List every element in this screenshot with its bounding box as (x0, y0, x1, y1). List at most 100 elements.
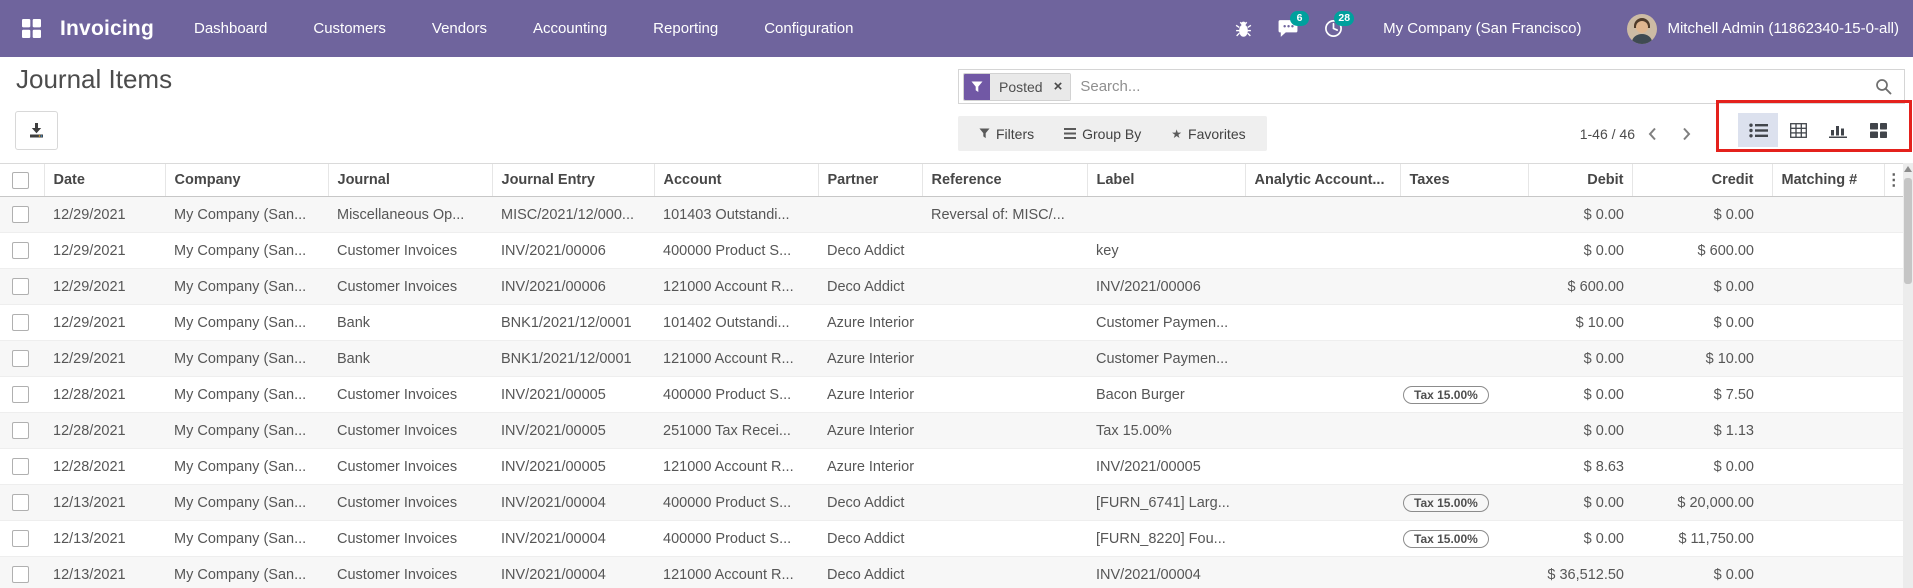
search-input[interactable]: Search... (1080, 78, 1875, 95)
kanban-icon (1869, 122, 1887, 138)
row-checkbox[interactable] (12, 350, 29, 367)
row-checkbox[interactable] (12, 314, 29, 331)
debug-bug-icon[interactable] (1235, 19, 1252, 38)
optional-columns-toggle-icon[interactable]: ⋮ (1883, 163, 1903, 197)
column-header-label[interactable]: Label (1086, 163, 1245, 197)
cell-partner: Deco Addict (818, 520, 922, 557)
cell-date: 12/13/2021 (44, 484, 165, 521)
table-row[interactable]: 12/28/2021 My Company (San... Customer Inv… (0, 376, 1903, 413)
table-row[interactable]: 12/13/2021 My Company (San... Customer Inv… (0, 556, 1903, 588)
filter-funnel-icon (964, 73, 990, 100)
row-checkbox[interactable] (12, 206, 29, 223)
company-switcher[interactable]: My Company (San Francisco) (1383, 20, 1581, 37)
table-row[interactable]: 12/29/2021 My Company (San... Bank BNK1/202… (0, 340, 1903, 377)
column-header-analytic[interactable]: Analytic Account... (1244, 163, 1400, 197)
cell-credit: $ 0.00 (1632, 448, 1772, 485)
vertical-scrollbar[interactable] (1903, 163, 1913, 588)
favorites-button[interactable]: ★ Favorites (1156, 116, 1260, 151)
table-row[interactable]: 12/29/2021 My Company (San... Customer Inv… (0, 232, 1903, 269)
select-all-checkbox[interactable] (12, 171, 29, 189)
table-row[interactable]: 12/29/2021 My Company (San... Miscellaneou… (0, 196, 1903, 233)
cell-date: 12/29/2021 (44, 340, 165, 377)
cell-journal_entry: INV/2021/00005 (492, 412, 654, 449)
row-checkbox[interactable] (12, 386, 29, 403)
nav-item-reporting[interactable]: Reporting (653, 20, 718, 37)
pager-previous-icon[interactable] (1635, 116, 1669, 151)
nav-item-vendors[interactable]: Vendors (432, 20, 487, 37)
cell-taxes (1400, 232, 1528, 269)
column-header-debit[interactable]: Debit (1527, 163, 1632, 197)
nav-item-configuration[interactable]: Configuration (764, 20, 853, 37)
app-title[interactable]: Invoicing (60, 17, 154, 41)
cell-partner: Deco Addict (818, 268, 922, 305)
table-row[interactable]: 12/29/2021 My Company (San... Bank BNK1/202… (0, 304, 1903, 341)
app-window: Invoicing Dashboard Customers Vendors Accou… (0, 0, 1913, 588)
table-row[interactable]: 12/13/2021 My Company (San... Customer Inv… (0, 484, 1903, 521)
search-bar[interactable]: Posted × Search... (958, 69, 1905, 104)
nav-item-accounting[interactable]: Accounting (533, 20, 607, 37)
row-checkbox[interactable] (12, 242, 29, 259)
apps-menu-icon[interactable] (14, 12, 48, 46)
cell-company: My Company (San... (165, 484, 328, 521)
column-header-credit[interactable]: Credit (1631, 163, 1772, 197)
column-header-account[interactable]: Account (653, 163, 818, 197)
cell-partner: Azure Interior (818, 376, 922, 413)
cell-company: My Company (San... (165, 376, 328, 413)
search-icon[interactable] (1875, 78, 1892, 95)
view-switcher (1738, 113, 1898, 147)
table-row[interactable]: 12/28/2021 My Company (San... Customer Inv… (0, 412, 1903, 449)
column-header-date[interactable]: Date (43, 163, 165, 197)
cell-taxes (1400, 268, 1528, 305)
cell-select (0, 376, 44, 413)
cell-credit: $ 20,000.00 (1632, 484, 1772, 521)
graph-view-button[interactable] (1818, 113, 1858, 147)
user-menu[interactable]: Mitchell Admin (11862340-15-0-all) (1627, 13, 1899, 44)
row-checkbox[interactable] (12, 278, 29, 295)
export-button[interactable] (15, 111, 58, 150)
pivot-view-button[interactable] (1778, 113, 1818, 147)
row-checkbox[interactable] (12, 494, 29, 511)
list-view-button[interactable] (1738, 113, 1778, 147)
nav-item-dashboard[interactable]: Dashboard (194, 20, 267, 37)
table-row[interactable]: 12/13/2021 My Company (San... Customer Inv… (0, 520, 1903, 557)
filters-button[interactable]: Filters (964, 116, 1049, 151)
table-row[interactable]: 12/28/2021 My Company (San... Customer Inv… (0, 448, 1903, 485)
group-by-button[interactable]: Group By (1049, 116, 1156, 151)
cell-company: My Company (San... (165, 448, 328, 485)
cell-options (1884, 340, 1903, 377)
row-checkbox[interactable] (12, 530, 29, 547)
tax-badge: Tax 15.00% (1403, 529, 1489, 548)
cell-label: INV/2021/00004 (1087, 556, 1245, 588)
row-checkbox[interactable] (12, 422, 29, 439)
column-header-journal_entry[interactable]: Journal Entry (491, 163, 654, 197)
cell-matching (1772, 448, 1884, 485)
column-header-company[interactable]: Company (164, 163, 328, 197)
cell-journal_entry: MISC/2021/12/000... (492, 196, 654, 233)
scrollbar-thumb[interactable] (1904, 178, 1912, 284)
row-checkbox[interactable] (12, 566, 29, 583)
messages-icon[interactable]: 6 (1278, 11, 1310, 38)
nav-item-customers[interactable]: Customers (313, 20, 386, 37)
bars-icon (1064, 128, 1077, 139)
column-header-matching[interactable]: Matching # (1771, 163, 1884, 197)
facet-remove-icon[interactable]: × (1051, 73, 1071, 100)
cell-reference (922, 556, 1087, 588)
cell-journal_entry: BNK1/2021/12/0001 (492, 340, 654, 377)
scroll-up-arrow-icon[interactable] (1904, 166, 1912, 172)
cell-date: 12/29/2021 (44, 196, 165, 233)
cell-options (1884, 520, 1903, 557)
activities-clock-icon[interactable]: 28 (1324, 11, 1355, 38)
column-header-journal[interactable]: Journal (327, 163, 492, 197)
cell-reference (922, 304, 1087, 341)
column-header-taxes[interactable]: Taxes (1399, 163, 1528, 197)
cell-company: My Company (San... (165, 232, 328, 269)
cell-debit: $ 36,512.50 (1528, 556, 1632, 588)
column-header-reference[interactable]: Reference (921, 163, 1087, 197)
pager-next-icon[interactable] (1669, 116, 1703, 151)
row-checkbox[interactable] (12, 458, 29, 475)
kanban-view-button[interactable] (1858, 113, 1898, 147)
cell-taxes (1400, 556, 1528, 588)
column-header-partner[interactable]: Partner (817, 163, 922, 197)
cell-credit: $ 7.50 (1632, 376, 1772, 413)
table-row[interactable]: 12/29/2021 My Company (San... Customer Inv… (0, 268, 1903, 305)
